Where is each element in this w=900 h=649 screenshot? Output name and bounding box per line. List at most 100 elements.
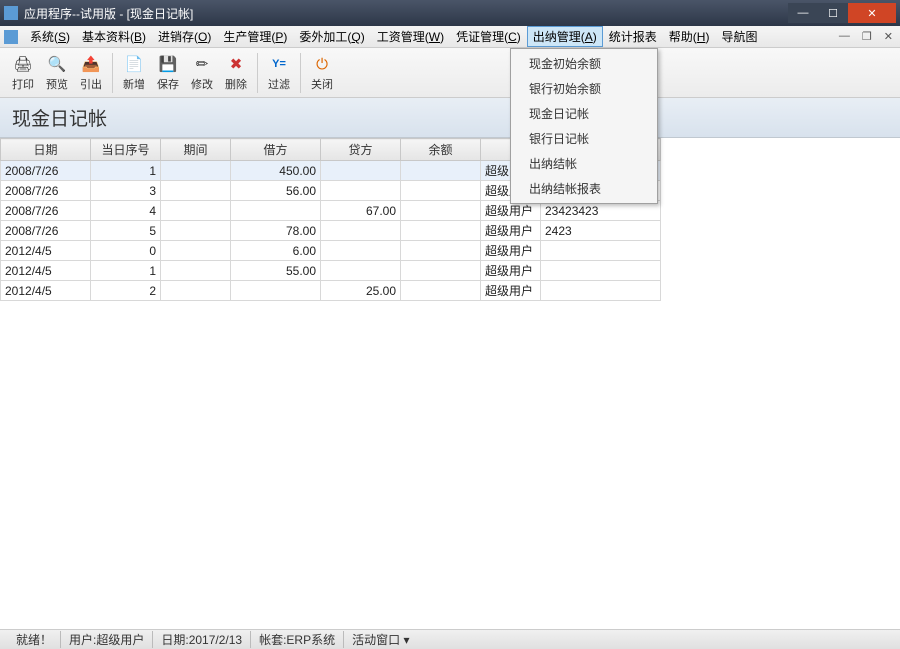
cell[interactable] — [401, 241, 481, 261]
cell[interactable]: 1 — [91, 161, 161, 181]
cell[interactable]: 3 — [91, 181, 161, 201]
menu-item[interactable]: 凭证管理(C) — [450, 26, 527, 47]
cell[interactable]: 2012/4/5 — [1, 261, 91, 281]
edit-button[interactable]: ✏修改 — [185, 51, 219, 94]
filter-button[interactable]: Y=过滤 — [262, 51, 296, 94]
cell[interactable] — [231, 201, 321, 221]
close-tool-button[interactable]: ⏻关闭 — [305, 51, 339, 94]
cell[interactable]: 2008/7/26 — [1, 221, 91, 241]
maximize-button[interactable]: ☐ — [818, 3, 848, 23]
cell[interactable]: 0 — [91, 241, 161, 261]
cell[interactable]: 25.00 — [321, 281, 401, 301]
close-button[interactable]: ✕ — [848, 3, 896, 23]
cell[interactable] — [321, 181, 401, 201]
cell[interactable]: 78.00 — [231, 221, 321, 241]
window-title: 应用程序--试用版 - [现金日记帐] — [24, 5, 788, 22]
cell[interactable]: 2008/7/26 — [1, 201, 91, 221]
cell[interactable] — [401, 281, 481, 301]
save-button[interactable]: 💾保存 — [151, 51, 185, 94]
cell[interactable] — [401, 261, 481, 281]
cell[interactable] — [161, 181, 231, 201]
column-header[interactable]: 余额 — [401, 139, 481, 161]
cell[interactable]: 2008/7/26 — [1, 161, 91, 181]
menu-item[interactable]: 进销存(O) — [152, 26, 217, 47]
menu-item[interactable]: 出纳管理(A) — [527, 26, 603, 47]
cell[interactable]: 2423 — [541, 221, 661, 241]
status-date: 日期:2017/2/13 — [153, 631, 251, 648]
minimize-button[interactable]: — — [788, 3, 818, 23]
preview-button[interactable]: 🔍预览 — [40, 51, 74, 94]
table-row[interactable]: 2012/4/52 25.00 超级用户 — [1, 281, 661, 301]
cell[interactable]: 超级用户 — [481, 261, 541, 281]
cell[interactable] — [321, 161, 401, 181]
cell[interactable] — [541, 281, 661, 301]
cell[interactable]: 超级用户 — [481, 281, 541, 301]
cell[interactable]: 2 — [91, 281, 161, 301]
cell[interactable]: 4 — [91, 201, 161, 221]
menu-item[interactable]: 系统(S) — [24, 26, 76, 47]
dropdown-item[interactable]: 出纳结帐报表 — [513, 176, 655, 201]
cell[interactable] — [401, 221, 481, 241]
export-button[interactable]: 📤引出 — [74, 51, 108, 94]
cell[interactable]: 56.00 — [231, 181, 321, 201]
dropdown-item[interactable]: 银行初始余额 — [513, 76, 655, 101]
menu-item[interactable]: 工资管理(W) — [371, 26, 450, 47]
cell[interactable]: 6.00 — [231, 241, 321, 261]
menu-item[interactable]: 生产管理(P) — [217, 26, 293, 47]
toolbar: 🖨打印 🔍预览 📤引出 📄新增 💾保存 ✏修改 ✖删除 Y=过滤 ⏻关闭 — [0, 48, 900, 98]
cell[interactable]: 超级用户 — [481, 221, 541, 241]
cell[interactable]: 450.00 — [231, 161, 321, 181]
cell[interactable]: 67.00 — [321, 201, 401, 221]
cell[interactable] — [401, 201, 481, 221]
cell[interactable]: 5 — [91, 221, 161, 241]
toolbar-separator — [300, 53, 301, 93]
save-icon: 💾 — [157, 53, 179, 75]
cell[interactable] — [541, 241, 661, 261]
cell[interactable] — [321, 241, 401, 261]
dropdown-item[interactable]: 银行日记帐 — [513, 126, 655, 151]
cell[interactable] — [401, 161, 481, 181]
cell[interactable] — [161, 201, 231, 221]
menu-item[interactable]: 帮助(H) — [663, 26, 716, 47]
mdi-close[interactable]: ✕ — [881, 30, 896, 43]
menu-item[interactable]: 导航图 — [715, 26, 763, 47]
column-header[interactable]: 当日序号 — [91, 139, 161, 161]
status-account: 帐套:ERP系统 — [251, 631, 344, 648]
dropdown-item[interactable]: 出纳结帐 — [513, 151, 655, 176]
new-button[interactable]: 📄新增 — [117, 51, 151, 94]
delete-button[interactable]: ✖删除 — [219, 51, 253, 94]
cell[interactable] — [161, 241, 231, 261]
cell[interactable] — [401, 181, 481, 201]
cell[interactable]: 55.00 — [231, 261, 321, 281]
dropdown-item[interactable]: 现金初始余额 — [513, 51, 655, 76]
cell[interactable] — [231, 281, 321, 301]
menu-item[interactable]: 统计报表 — [603, 26, 663, 47]
cell[interactable]: 2012/4/5 — [1, 241, 91, 261]
column-header[interactable]: 期间 — [161, 139, 231, 161]
mdi-minimize[interactable]: — — [836, 30, 853, 43]
cell[interactable]: 2012/4/5 — [1, 281, 91, 301]
cell[interactable] — [161, 261, 231, 281]
new-icon: 📄 — [123, 53, 145, 75]
table-row[interactable]: 2012/4/50 6.00 超级用户 — [1, 241, 661, 261]
column-header[interactable]: 日期 — [1, 139, 91, 161]
menu-item[interactable]: 委外加工(Q) — [293, 26, 370, 47]
cell[interactable]: 超级用户 — [481, 241, 541, 261]
menubar: 系统(S)基本资料(B)进销存(O)生产管理(P)委外加工(Q)工资管理(W)凭… — [0, 26, 900, 48]
cell[interactable] — [321, 261, 401, 281]
dropdown-item[interactable]: 现金日记帐 — [513, 101, 655, 126]
cell[interactable] — [161, 161, 231, 181]
cell[interactable] — [321, 221, 401, 241]
cell[interactable]: 2008/7/26 — [1, 181, 91, 201]
column-header[interactable]: 贷方 — [321, 139, 401, 161]
mdi-restore[interactable]: ❐ — [859, 30, 875, 43]
cell[interactable] — [541, 261, 661, 281]
menu-item[interactable]: 基本资料(B) — [76, 26, 152, 47]
cell[interactable] — [161, 281, 231, 301]
table-row[interactable]: 2012/4/51 55.00 超级用户 — [1, 261, 661, 281]
column-header[interactable]: 借方 — [231, 139, 321, 161]
cell[interactable] — [161, 221, 231, 241]
print-button[interactable]: 🖨打印 — [6, 51, 40, 94]
table-row[interactable]: 2008/7/265 78.00 超级用户2423 — [1, 221, 661, 241]
cell[interactable]: 1 — [91, 261, 161, 281]
